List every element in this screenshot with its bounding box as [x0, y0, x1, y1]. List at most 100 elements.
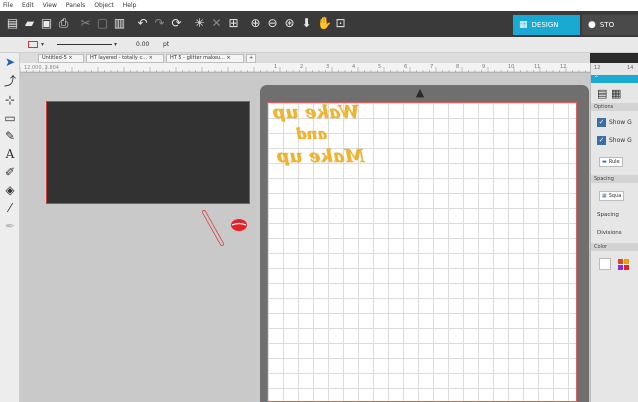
- stroke-color-dropdown-icon[interactable]: ▾: [41, 41, 44, 48]
- open-folder-icon[interactable]: ▰: [23, 17, 36, 30]
- trace-icon[interactable]: ⊞: [227, 17, 240, 30]
- rectangle-tool-icon[interactable]: ▭: [3, 111, 17, 125]
- divisions-label: Divisions: [597, 230, 622, 236]
- tab-ht-layered[interactable]: HT layered - totally c... ×: [86, 54, 164, 63]
- redo-icon[interactable]: ↷: [153, 17, 166, 30]
- text-tool-icon[interactable]: A: [3, 147, 17, 161]
- select-arrow-icon[interactable]: ➤: [3, 55, 17, 69]
- menu-object[interactable]: Object: [94, 2, 114, 9]
- save-icon[interactable]: ▣: [40, 17, 53, 30]
- options-header: Options: [591, 103, 638, 111]
- close-icon[interactable]: ×: [226, 55, 230, 61]
- color-swatch[interactable]: [624, 265, 629, 270]
- wordart-line-1[interactable]: Wake up: [273, 102, 359, 123]
- tab-untitled-5[interactable]: Untitled-5 ×: [38, 54, 84, 63]
- close-icon[interactable]: ×: [149, 55, 153, 61]
- spacing-header: Spacing: [591, 175, 638, 183]
- menu-bar: File Edit View Panels Object Help: [0, 0, 638, 11]
- square-grid-button[interactable]: ▦ Squa: [599, 191, 625, 201]
- rotate-icon[interactable]: ⟳: [170, 17, 183, 30]
- new-file-icon[interactable]: ▤: [6, 17, 19, 30]
- zoom-in-icon[interactable]: ⊕: [249, 17, 262, 30]
- page-settings-panel: 12 14 ⌃ ▤ ▦ Options ✓ Show G ✓ Show G ▬ …: [590, 63, 638, 402]
- deselect-icon[interactable]: ✕: [210, 17, 223, 30]
- menu-edit[interactable]: Edit: [22, 2, 34, 9]
- select-all-icon[interactable]: ✳: [193, 17, 206, 30]
- spacing-label: Spacing: [597, 212, 619, 218]
- close-icon[interactable]: ×: [68, 55, 72, 61]
- line-tool-icon[interactable]: ⊹: [3, 93, 17, 107]
- store-icon: ●: [588, 20, 596, 30]
- new-tab-button[interactable]: +: [246, 54, 256, 63]
- undo-icon[interactable]: ↶: [136, 17, 149, 30]
- line-style-preview[interactable]: [57, 44, 112, 45]
- panel-collapse-bar[interactable]: ⌃: [591, 75, 638, 83]
- line-width-unit: pt: [163, 41, 170, 48]
- knife-tool-icon[interactable]: ⁄: [3, 201, 17, 215]
- menu-panels[interactable]: Panels: [66, 2, 85, 9]
- black-rectangle-shape[interactable]: [46, 101, 250, 204]
- pen-tool-icon[interactable]: ✎: [3, 129, 17, 143]
- store-button[interactable]: ● STO: [582, 15, 638, 35]
- edit-points-icon[interactable]: ⤴: [3, 74, 17, 88]
- print-icon[interactable]: ⎙: [57, 17, 70, 30]
- ruler-label: 10: [508, 64, 515, 70]
- wordart-line-3[interactable]: Make up: [277, 146, 364, 167]
- sketch-tool-icon[interactable]: ✐: [3, 165, 17, 179]
- tab-ht-5-glitter[interactable]: HT 5 - glitter makeu... ×: [166, 54, 244, 63]
- ruler-style-icon: ▬: [602, 159, 607, 165]
- paste-icon[interactable]: ▥: [113, 17, 126, 30]
- line-width-input[interactable]: 0.00: [136, 41, 149, 48]
- menu-file[interactable]: File: [3, 2, 13, 9]
- color-swatch[interactable]: [624, 259, 629, 264]
- ruler-label: 14: [627, 65, 634, 71]
- stroke-color-swatch[interactable]: [28, 41, 38, 48]
- color-swatch[interactable]: [618, 259, 623, 264]
- ruler-label: 11: [534, 64, 541, 70]
- cursor-coordinates: 12.000, 3.804: [24, 65, 59, 71]
- document-tabs: Untitled-5 × HT layered - totally c... ×…: [20, 53, 590, 63]
- pan-hand-icon[interactable]: ✋: [317, 17, 332, 30]
- store-label: STO: [599, 21, 615, 29]
- ruler-label: 6: [404, 64, 408, 70]
- copy-icon[interactable]: ▢: [96, 17, 109, 30]
- ruler-label: 9: [482, 64, 486, 70]
- ruler-label: 12: [594, 65, 601, 71]
- show-guides-checkbox[interactable]: ✓ Show G: [597, 136, 632, 145]
- line-style-bar: ▾ ▾ 0.00 pt: [0, 37, 638, 53]
- color-header: Color: [591, 243, 638, 251]
- tab-label: HT layered - totally c...: [90, 55, 147, 61]
- checkmark-icon: ✓: [597, 136, 606, 145]
- lipstick-brush-shape[interactable]: [198, 208, 260, 252]
- move-down-icon[interactable]: ⬇: [300, 17, 313, 30]
- line-style-dropdown-icon[interactable]: ▾: [114, 41, 117, 48]
- fit-page-icon[interactable]: ⊡: [334, 17, 347, 30]
- button-label: Rule: [608, 159, 620, 165]
- grid-color-swatch[interactable]: [599, 258, 611, 270]
- ruler-label: 7: [430, 64, 434, 70]
- cut-icon[interactable]: ✂: [79, 17, 92, 30]
- grid-settings-icon[interactable]: ▦: [611, 87, 621, 100]
- menu-help[interactable]: Help: [123, 2, 137, 9]
- page-setup-icon[interactable]: ▤: [597, 87, 607, 100]
- grid-style-button[interactable]: ▬ Rule: [599, 157, 623, 167]
- color-swatch[interactable]: [618, 265, 623, 270]
- plus-icon: +: [249, 55, 254, 61]
- zoom-select-icon[interactable]: ⊛: [283, 17, 296, 30]
- load-direction-arrow-icon: ▲: [415, 86, 425, 99]
- eraser-tool-icon[interactable]: ◈: [3, 183, 17, 197]
- menu-view[interactable]: View: [43, 2, 57, 9]
- design-label: DESIGN: [531, 21, 559, 29]
- ruler-label: 12: [560, 64, 567, 70]
- tab-label: HT 5 - glitter makeu...: [170, 55, 225, 61]
- ruler-label: 5: [378, 64, 382, 70]
- show-grid-checkbox[interactable]: ✓ Show G: [597, 118, 632, 127]
- ruler-label: 2: [300, 64, 304, 70]
- left-tool-panel: ➤ ⤴ ⊹ ▭ ✎ A ✐ ◈ ⁄ ✒: [0, 53, 20, 402]
- zoom-out-icon[interactable]: ⊖: [266, 17, 279, 30]
- pixscan-tool-icon[interactable]: ✒: [3, 219, 17, 233]
- wordart-line-2[interactable]: and: [296, 125, 327, 143]
- design-grid-icon: ▦: [519, 20, 528, 30]
- ruler-label: 8: [456, 64, 460, 70]
- design-button[interactable]: ▦ DESIGN: [513, 15, 580, 35]
